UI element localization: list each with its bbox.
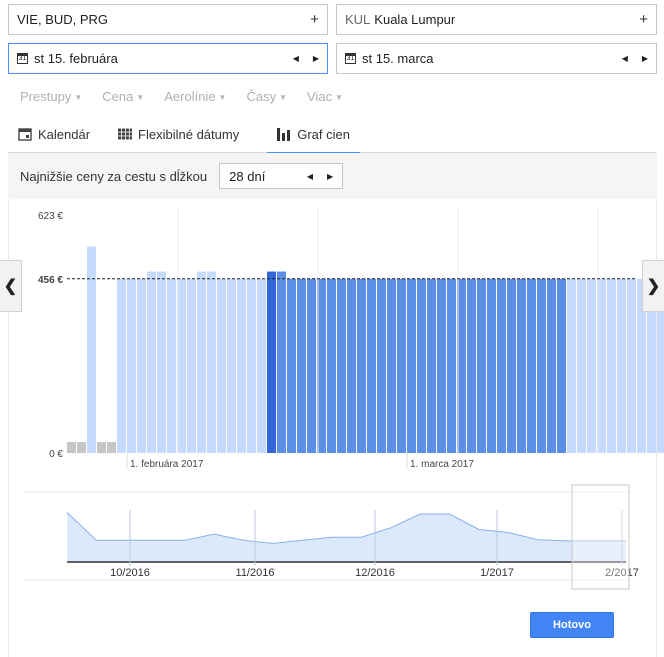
origin-value: VIE, BUD, PRG xyxy=(17,12,109,27)
previous-period-button[interactable]: ❮ xyxy=(0,260,22,312)
add-destination-icon[interactable]: + xyxy=(639,11,648,28)
previous-date-icon[interactable]: ◀ xyxy=(293,54,299,63)
depart-date-value: st 15. februára xyxy=(34,51,118,66)
next-period-button[interactable]: ❯ xyxy=(642,260,664,312)
return-date-arrows: ◀ ▶ xyxy=(622,54,648,63)
next-date-icon[interactable]: ▶ xyxy=(642,54,648,63)
tab-price-graph[interactable]: Graf cien xyxy=(267,116,360,154)
caret-down-icon: ▼ xyxy=(136,92,145,102)
decrease-duration-icon[interactable]: ◀ xyxy=(307,172,313,181)
duration-label: Najnižšie ceny za cestu s dĺžkou xyxy=(20,168,208,184)
previous-date-icon[interactable]: ◀ xyxy=(622,54,628,63)
grid-icon xyxy=(118,128,133,140)
destination-field[interactable]: KUL Kuala Lumpur + xyxy=(336,4,657,35)
duration-arrows: ◀ ▶ xyxy=(307,172,333,181)
tab-flexible-dates[interactable]: Flexibilné dátumy xyxy=(118,116,249,152)
caret-down-icon: ▼ xyxy=(218,92,227,102)
filters-bar: Prestupy ▼ Cena ▼ Aerolínie ▼ Časy ▼ Viac ▼ xyxy=(8,82,657,110)
duration-value: 28 dní xyxy=(229,168,266,184)
calendar-icon: 31 xyxy=(345,53,356,64)
calendar-icon: 31 xyxy=(17,53,28,64)
duration-panel: Najnižšie ceny za cestu s dĺžkou 28 dní … xyxy=(8,153,657,199)
filter-price[interactable]: Cena ▼ xyxy=(102,89,144,104)
origin-field[interactable]: VIE, BUD, PRG + xyxy=(8,4,328,35)
return-date-value: st 15. marca xyxy=(362,51,434,66)
chevron-right-icon: ❯ xyxy=(646,278,661,295)
add-origin-icon[interactable]: + xyxy=(310,11,319,28)
done-button[interactable]: Hotovo xyxy=(530,612,614,638)
caret-down-icon: ▼ xyxy=(74,92,83,102)
return-date-field[interactable]: 31 st 15. marca ◀ ▶ xyxy=(336,43,657,74)
caret-down-icon: ▼ xyxy=(279,92,288,102)
view-tabs: Kalendár Flexibilné dátumy Graf cien xyxy=(8,116,657,154)
filter-airlines[interactable]: Aerolínie ▼ xyxy=(164,89,226,104)
bar-chart-icon xyxy=(277,128,291,141)
calendar-icon xyxy=(18,128,32,141)
chart-area xyxy=(8,199,657,657)
destination-name: Kuala Lumpur xyxy=(374,12,456,27)
chevron-left-icon: ❮ xyxy=(3,278,18,295)
caret-down-icon: ▼ xyxy=(335,92,343,102)
tab-calendar[interactable]: Kalendár xyxy=(18,116,100,152)
filter-more[interactable]: Viac ▼ xyxy=(307,89,343,104)
next-date-icon[interactable]: ▶ xyxy=(313,54,319,63)
destination-code: KUL xyxy=(345,12,371,27)
filter-stops[interactable]: Prestupy ▼ xyxy=(20,89,82,104)
depart-date-arrows: ◀ ▶ xyxy=(293,54,319,63)
depart-date-field[interactable]: 31 st 15. februára ◀ ▶ xyxy=(8,43,328,74)
duration-stepper[interactable]: 28 dní ◀ ▶ xyxy=(219,163,344,189)
filter-times[interactable]: Časy ▼ xyxy=(246,89,287,104)
increase-duration-icon[interactable]: ▶ xyxy=(327,172,333,181)
